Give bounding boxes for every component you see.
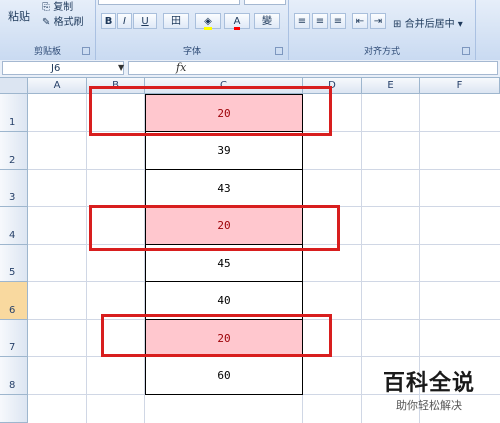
- name-box[interactable]: J6: [2, 61, 124, 75]
- watermark-title: 百科全说: [382, 371, 475, 396]
- outdent-icon: ⇤: [355, 16, 365, 27]
- italic-button[interactable]: I: [117, 13, 132, 29]
- row-header[interactable]: 7: [0, 320, 28, 357]
- row-header-active[interactable]: 6: [0, 282, 28, 320]
- decrease-indent-button[interactable]: ⇤: [352, 13, 368, 29]
- chevron-down-icon[interactable]: ▼: [118, 63, 124, 72]
- copy-button[interactable]: ⎘ 复制: [42, 0, 73, 13]
- highlight-box: [101, 314, 332, 357]
- paste-button[interactable]: 粘贴: [8, 8, 30, 24]
- align-left-icon: ≡: [297, 16, 307, 27]
- merge-icon: ⊞: [393, 19, 402, 30]
- select-all-corner[interactable]: [0, 78, 28, 94]
- clipboard-launcher[interactable]: [82, 47, 90, 55]
- row-header[interactable]: 1: [0, 94, 28, 132]
- fill-color-button[interactable]: ◈: [195, 13, 221, 30]
- brush-icon: ✎: [42, 17, 51, 28]
- fx-icon[interactable]: fx: [176, 61, 186, 74]
- clipboard-group: 粘贴 ⎘ 复制 ✎ 格式刷 剪贴板: [0, 0, 96, 60]
- gridline: [86, 94, 87, 423]
- watermark: 百科全说 助你轻松解决: [370, 365, 488, 413]
- column-header-a[interactable]: A: [28, 78, 87, 94]
- row-header[interactable]: 5: [0, 245, 28, 282]
- font-label: 字体: [182, 47, 201, 57]
- alignment-group: ≡ ≡ ≡ ⇤ ⇥ ⊞ 合并后居中 ▾ 对齐方式: [289, 0, 476, 60]
- merge-center-button[interactable]: ⊞ 合并后居中 ▾: [393, 15, 463, 30]
- font-color-icon: A: [233, 16, 241, 30]
- font-launcher[interactable]: [275, 47, 283, 55]
- font-group: B I U 田 ◈ A 變 字体: [96, 0, 289, 60]
- highlight-box: [89, 86, 332, 136]
- highlight-box: [89, 205, 340, 251]
- column-header-f[interactable]: F: [420, 78, 500, 94]
- format-painter-button[interactable]: ✎ 格式刷: [42, 13, 84, 28]
- border-button[interactable]: 田: [163, 13, 189, 29]
- alignment-launcher[interactable]: [462, 47, 470, 55]
- copy-icon: ⎘: [42, 2, 50, 13]
- bold-button[interactable]: B: [101, 13, 116, 29]
- phonetic-button[interactable]: 變: [254, 13, 280, 29]
- chevron-down-icon: ▾: [457, 19, 463, 30]
- increase-indent-button[interactable]: ⇥: [370, 13, 386, 29]
- row-header[interactable]: 8: [0, 357, 28, 395]
- align-left-button[interactable]: ≡: [294, 13, 310, 29]
- cell-c2[interactable]: 39: [145, 132, 303, 170]
- gridline: [361, 94, 362, 423]
- formula-bar: J6 ▼ fx: [0, 60, 500, 78]
- font-color-button[interactable]: A: [224, 13, 250, 30]
- align-right-button[interactable]: ≡: [330, 13, 346, 29]
- column-header-e[interactable]: E: [362, 78, 420, 94]
- font-name-box[interactable]: [98, 0, 240, 5]
- row-header[interactable]: [0, 395, 28, 423]
- cell-c3[interactable]: 43: [145, 170, 303, 207]
- cell-c8[interactable]: 60: [145, 357, 303, 395]
- alignment-label: 对齐方式: [363, 47, 400, 57]
- font-size-box[interactable]: [244, 0, 286, 5]
- align-right-icon: ≡: [333, 16, 343, 27]
- align-center-icon: ≡: [315, 16, 325, 27]
- clipboard-label: 剪贴板: [33, 47, 61, 57]
- align-center-button[interactable]: ≡: [312, 13, 328, 29]
- underline-button[interactable]: U: [133, 13, 157, 29]
- row-header[interactable]: 3: [0, 170, 28, 207]
- row-header[interactable]: 4: [0, 207, 28, 245]
- row-header[interactable]: 2: [0, 132, 28, 170]
- watermark-subtitle: 助你轻松解决: [396, 399, 462, 412]
- indent-icon: ⇥: [373, 16, 383, 27]
- paint-bucket-icon: ◈: [204, 16, 212, 30]
- ribbon: 粘贴 ⎘ 复制 ✎ 格式刷 剪贴板 B I U 田 ◈ A 變 字体 ≡ ≡ ≡…: [0, 0, 500, 61]
